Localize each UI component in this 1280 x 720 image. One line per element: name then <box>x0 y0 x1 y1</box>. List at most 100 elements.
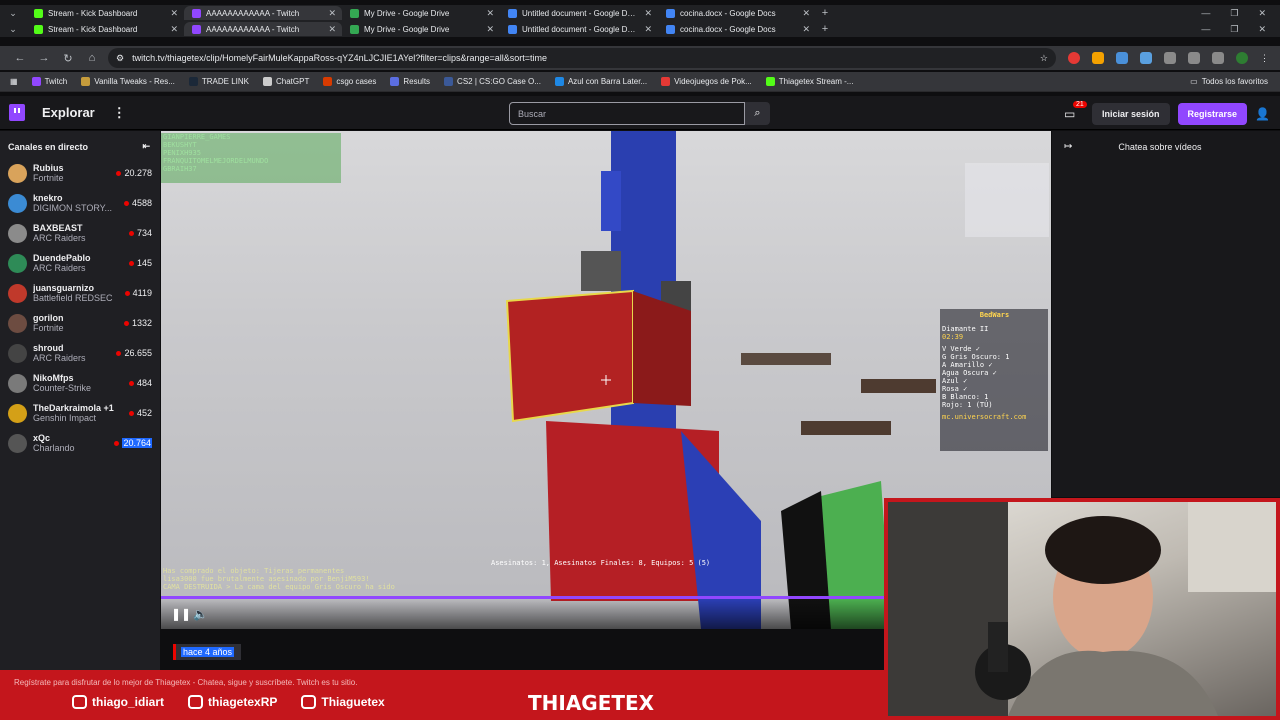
new-tab-button[interactable]: + <box>816 23 834 35</box>
reading-list-icon[interactable] <box>1188 52 1200 64</box>
user-icon[interactable]: 👤 <box>1255 107 1270 121</box>
avatar <box>8 193 27 213</box>
login-button[interactable]: Iniciar sesión <box>1091 103 1170 125</box>
close-tab-icon[interactable]: ✕ <box>486 24 494 35</box>
sidebar-channel[interactable]: knekro DIGIMON STORY... 4588 <box>0 188 160 218</box>
close-tab-icon[interactable]: ✕ <box>170 24 178 35</box>
folder-icon: ▭ <box>1190 77 1198 86</box>
search-input[interactable]: Buscar <box>509 102 745 125</box>
explore-link[interactable]: Explorar <box>42 105 95 120</box>
bookmark-star-icon[interactable]: ☆ <box>1040 53 1048 64</box>
bookmark-item[interactable]: CS2 | CS:GO Case O... <box>444 77 541 86</box>
browser-tab[interactable]: AAAAAAAAAAAA - Twitch ✕ <box>184 22 342 36</box>
scoreboard-team: B Blanco: 1 <box>942 393 989 401</box>
back-icon[interactable]: ← <box>8 52 32 64</box>
reload-icon[interactable]: ↻ <box>56 52 80 65</box>
bookmark-item[interactable]: TRADE LINK <box>188 77 249 86</box>
sidebar-channel[interactable]: BAXBEAST ARC Raiders 734 <box>0 218 160 248</box>
bookmark-item[interactable]: csgo cases <box>323 77 376 86</box>
close-tab-icon[interactable]: ✕ <box>802 24 810 35</box>
live-dot-icon <box>124 290 130 296</box>
sidebar-channel[interactable]: shroud ARC Raiders 26.655 <box>0 338 160 368</box>
sidebar-channel[interactable]: DuendePablo ARC Raiders 145 <box>0 248 160 278</box>
tab-search-icon[interactable]: ⌄ <box>0 8 26 19</box>
home-icon[interactable]: ⌂ <box>80 52 104 64</box>
browser-tab[interactable]: My Drive - Google Drive ✕ <box>342 22 500 36</box>
register-button[interactable]: Registrarse <box>1177 103 1248 125</box>
browser-tab[interactable]: Untitled document - Google Docs ✕ <box>500 22 658 36</box>
live-dot-icon <box>123 320 129 326</box>
minimize-icon[interactable]: — <box>1201 24 1210 35</box>
profile-avatar[interactable] <box>1236 52 1248 64</box>
bookmark-item[interactable]: Videojuegos de Pok... <box>661 77 752 86</box>
record-extension-icon[interactable] <box>1068 52 1080 64</box>
collapse-sidebar-icon[interactable]: ⇤ <box>142 141 150 152</box>
url-field[interactable]: ⚙ twitch.tv/thiagetex/clip/HomelyFairMul… <box>108 48 1056 68</box>
sidebar-channel[interactable]: juansguarnizo Battlefield REDSEC 4119 <box>0 278 160 308</box>
search-icon[interactable]: ⌕ <box>745 102 770 125</box>
twitch-logo-icon[interactable] <box>9 104 25 121</box>
sidebar-channel[interactable]: NikoMfps Counter-Strike 484 <box>0 368 160 398</box>
apps-grid-icon[interactable]: ▦ <box>10 77 18 86</box>
close-tab-icon[interactable]: ✕ <box>328 8 336 19</box>
close-tab-icon[interactable]: ✕ <box>644 8 652 19</box>
play-extension-icon[interactable] <box>1092 52 1104 64</box>
bookmark-favicon-icon <box>31 77 41 86</box>
close-tab-icon[interactable]: ✕ <box>644 24 652 35</box>
scoreboard-title: BedWars <box>979 311 1010 319</box>
vpn-extension-icon[interactable] <box>1140 52 1152 64</box>
extensions-puzzle-icon[interactable] <box>1164 52 1176 64</box>
game-stats: Asesinatos: 1, Asesinatos Finales: 8, Eq… <box>491 559 711 567</box>
restore-icon[interactable]: ❐ <box>1230 24 1238 35</box>
sidebar-channel[interactable]: Rubius Fortnite 20.278 <box>0 158 160 188</box>
bookmark-item[interactable]: Twitch <box>31 77 67 86</box>
forward-icon[interactable]: → <box>32 52 56 64</box>
new-tab-button[interactable]: + <box>816 7 834 19</box>
expand-chat-icon[interactable]: ↦ <box>1064 141 1072 152</box>
bookmark-item[interactable]: ChatGPT <box>262 77 310 86</box>
bookmark-item[interactable]: Vanilla Tweaks - Res... <box>81 77 175 86</box>
scoreboard-server: mc.universocraft.com <box>942 413 1027 421</box>
channel-info: DuendePablo ARC Raiders <box>33 253 123 273</box>
close-tab-icon[interactable]: ✕ <box>486 8 494 19</box>
close-window-icon[interactable]: ✕ <box>1258 24 1266 35</box>
bookmark-item[interactable]: Azul con Barra Later... <box>554 77 647 86</box>
social-handles: thiago_idiart thiagetexRP Thiaguetex <box>72 695 385 709</box>
bookmark-label: ChatGPT <box>275 77 310 86</box>
tab-favicon-icon <box>508 24 517 34</box>
browser-tab[interactable]: Untitled document - Google Docs ✕ <box>500 6 658 20</box>
window-controls: — ❐ ✕ <box>1201 24 1280 35</box>
browser-tab[interactable]: Stream - Kick Dashboard ✕ <box>26 22 184 36</box>
sidebar-channel[interactable]: xQc Charlando 20.764 <box>0 428 160 458</box>
url-text[interactable]: twitch.tv/thiagetex/clip/HomelyFairMuleK… <box>132 53 1032 63</box>
audio-extension-icon[interactable] <box>1116 52 1128 64</box>
avatar <box>8 163 27 183</box>
tab-search-icon[interactable]: ⌄ <box>0 24 26 35</box>
bookmark-item[interactable]: Thiagetex Stream -... <box>765 77 853 86</box>
pause-icon[interactable]: ❚❚ <box>171 607 191 621</box>
browser-tab[interactable]: AAAAAAAAAAAA - Twitch ✕ <box>184 6 342 20</box>
inbox-icon[interactable]: ▭ 21 <box>1064 101 1087 121</box>
sidebar-channel[interactable]: TheDarkraimola +1 Genshin Impact 452 <box>0 398 160 428</box>
scoreboard-team: Rosa ✓ <box>942 385 968 393</box>
bookmark-favicon-icon <box>444 77 454 86</box>
bookmark-item[interactable]: Results <box>390 77 430 86</box>
volume-icon[interactable]: 🔈 <box>193 607 208 621</box>
close-tab-icon[interactable]: ✕ <box>170 8 178 19</box>
address-bar-row: ← → ↻ ⌂ ⚙ twitch.tv/thiagetex/clip/Homel… <box>0 46 1280 70</box>
site-info-icon[interactable]: ⚙ <box>116 53 124 64</box>
close-tab-icon[interactable]: ✕ <box>328 24 336 35</box>
close-tab-icon[interactable]: ✕ <box>802 8 810 19</box>
restore-icon[interactable]: ❐ <box>1230 8 1238 19</box>
close-window-icon[interactable]: ✕ <box>1258 8 1266 19</box>
all-bookmarks-button[interactable]: ▭ Todos los favoritos <box>1190 77 1280 86</box>
sidebar-channel[interactable]: gorilon Fortnite 1332 <box>0 308 160 338</box>
downloads-icon[interactable] <box>1212 52 1224 64</box>
browser-tab[interactable]: cocina.docx - Google Docs ✕ <box>658 22 816 36</box>
browser-tab[interactable]: Stream - Kick Dashboard ✕ <box>26 6 184 20</box>
minimize-icon[interactable]: — <box>1201 8 1210 19</box>
browser-menu-icon[interactable]: ⋮ <box>1260 53 1269 64</box>
more-menu-icon[interactable]: ⋮ <box>113 105 126 121</box>
browser-tab[interactable]: cocina.docx - Google Docs ✕ <box>658 6 816 20</box>
browser-tab[interactable]: My Drive - Google Drive ✕ <box>342 6 500 20</box>
